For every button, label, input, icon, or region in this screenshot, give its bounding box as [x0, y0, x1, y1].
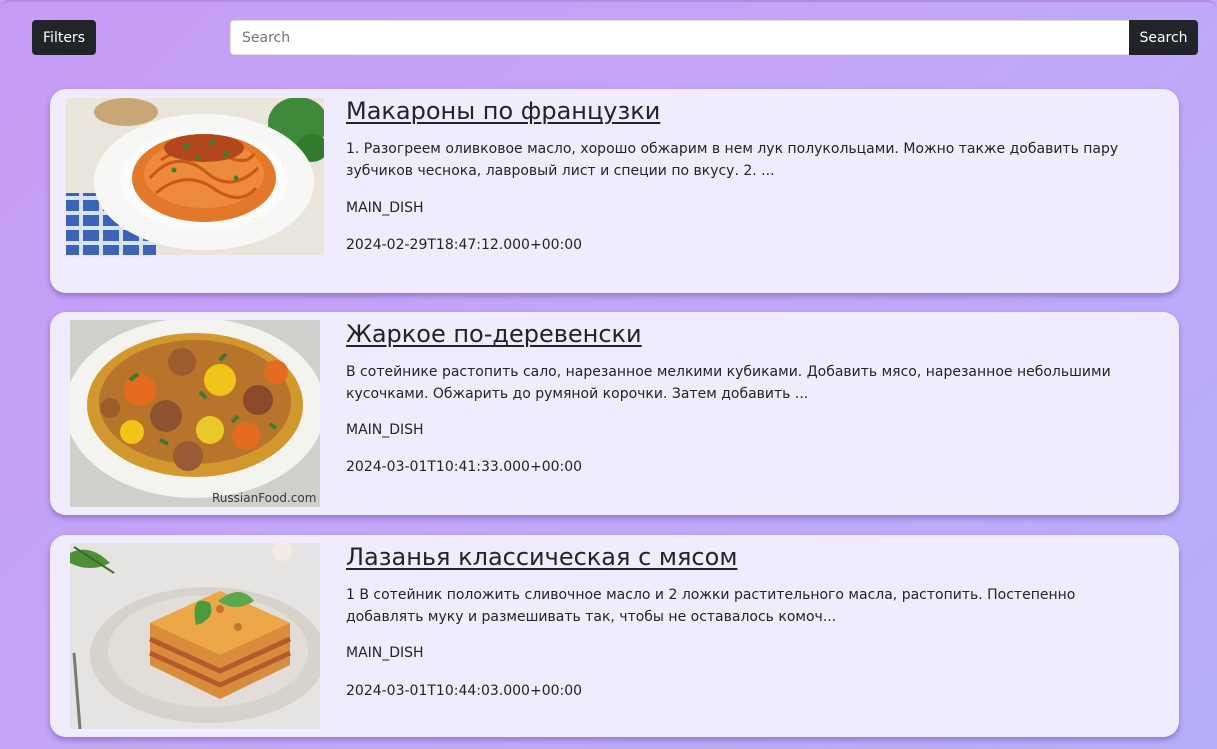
search-button[interactable]: Search: [1129, 20, 1198, 55]
recipe-description: В сотейнике растопить сало, нарезанное м…: [346, 364, 1111, 402]
recipe-description: 1 В сотейник положить сливочное масло и …: [346, 587, 1076, 625]
recipe-card[interactable]: Макароны по французки 1. Разогреем оливк…: [50, 89, 1179, 293]
recipe-category: MAIN_DISH: [346, 422, 424, 438]
recipe-date: 2024-03-01T10:41:33.000+00:00: [346, 459, 583, 475]
search-input[interactable]: [230, 20, 1129, 55]
recipe-title[interactable]: Жаркое по-деревенски: [346, 320, 642, 348]
recipe-card[interactable]: Лазанья классическая с мясом 1 В сотейни…: [50, 535, 1179, 737]
recipe-date: 2024-02-29T18:47:12.000+00:00: [346, 237, 583, 253]
recipe-image-spaghetti: [66, 98, 324, 255]
recipe-title[interactable]: Лазанья классическая с мясом: [346, 543, 737, 571]
recipe-card[interactable]: RussianFood.com Жаркое по-деревенски В с…: [50, 312, 1179, 515]
recipe-image-lasagna: [70, 543, 320, 729]
filters-button[interactable]: Filters: [32, 20, 96, 55]
recipe-description: 1. Разогреем оливковое масло, хорошо обж…: [346, 141, 1119, 179]
recipe-date: 2024-03-01T10:44:03.000+00:00: [346, 683, 583, 699]
recipe-title[interactable]: Макароны по французки: [346, 97, 660, 125]
search-bar: Search: [230, 20, 1198, 55]
recipe-category: MAIN_DISH: [346, 645, 424, 661]
recipe-image-watermark: RussianFood.com: [212, 491, 316, 505]
recipe-image-stew: RussianFood.com: [70, 320, 320, 507]
recipe-category: MAIN_DISH: [346, 200, 424, 216]
